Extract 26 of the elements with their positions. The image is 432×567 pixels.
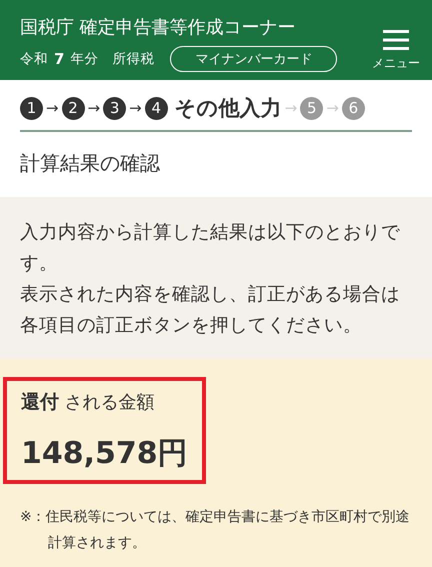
step-arrow: → [129,99,142,117]
step-arrow: → [88,99,100,117]
step-number: 5 [300,96,324,120]
intro-text: 表示された内容を確認し、訂正がある場合は各項目の訂正ボタンを押してください。 [20,283,401,338]
year-suffix: 年分 [70,50,98,68]
tax-type: 所得税 [112,50,154,68]
refund-amount: 148,578円 [21,435,188,473]
step-number: 2 [62,96,85,120]
year-value: 7 [54,50,64,68]
step-arrow: → [46,99,59,117]
menu-icon [383,29,409,51]
step-label: その他入力 [174,95,282,122]
page-heading: 計算結果の確認 [20,150,161,177]
amount-label: 還付 される金額 [21,390,156,415]
site-title: 国税庁 確定申告書等作成コーナー [20,16,297,39]
note-text: ※：住民税等については、確定申告書に基づき市区町村で別途計算されます。 [20,508,411,553]
step-number: 6 [342,96,365,120]
step-arrow: → [284,99,298,117]
card-button[interactable]: マイナンバーカード [170,46,338,72]
step-arrow: → [326,99,339,117]
menu-button[interactable]: メニュー [372,29,420,72]
era-label: 令和 [20,50,48,68]
intro-text: 入力内容から計算した結果は以下のとおりです。 [20,221,401,276]
step-number: 4 [144,96,168,120]
step-number: 3 [103,96,126,120]
step-number: 1 [20,96,43,120]
